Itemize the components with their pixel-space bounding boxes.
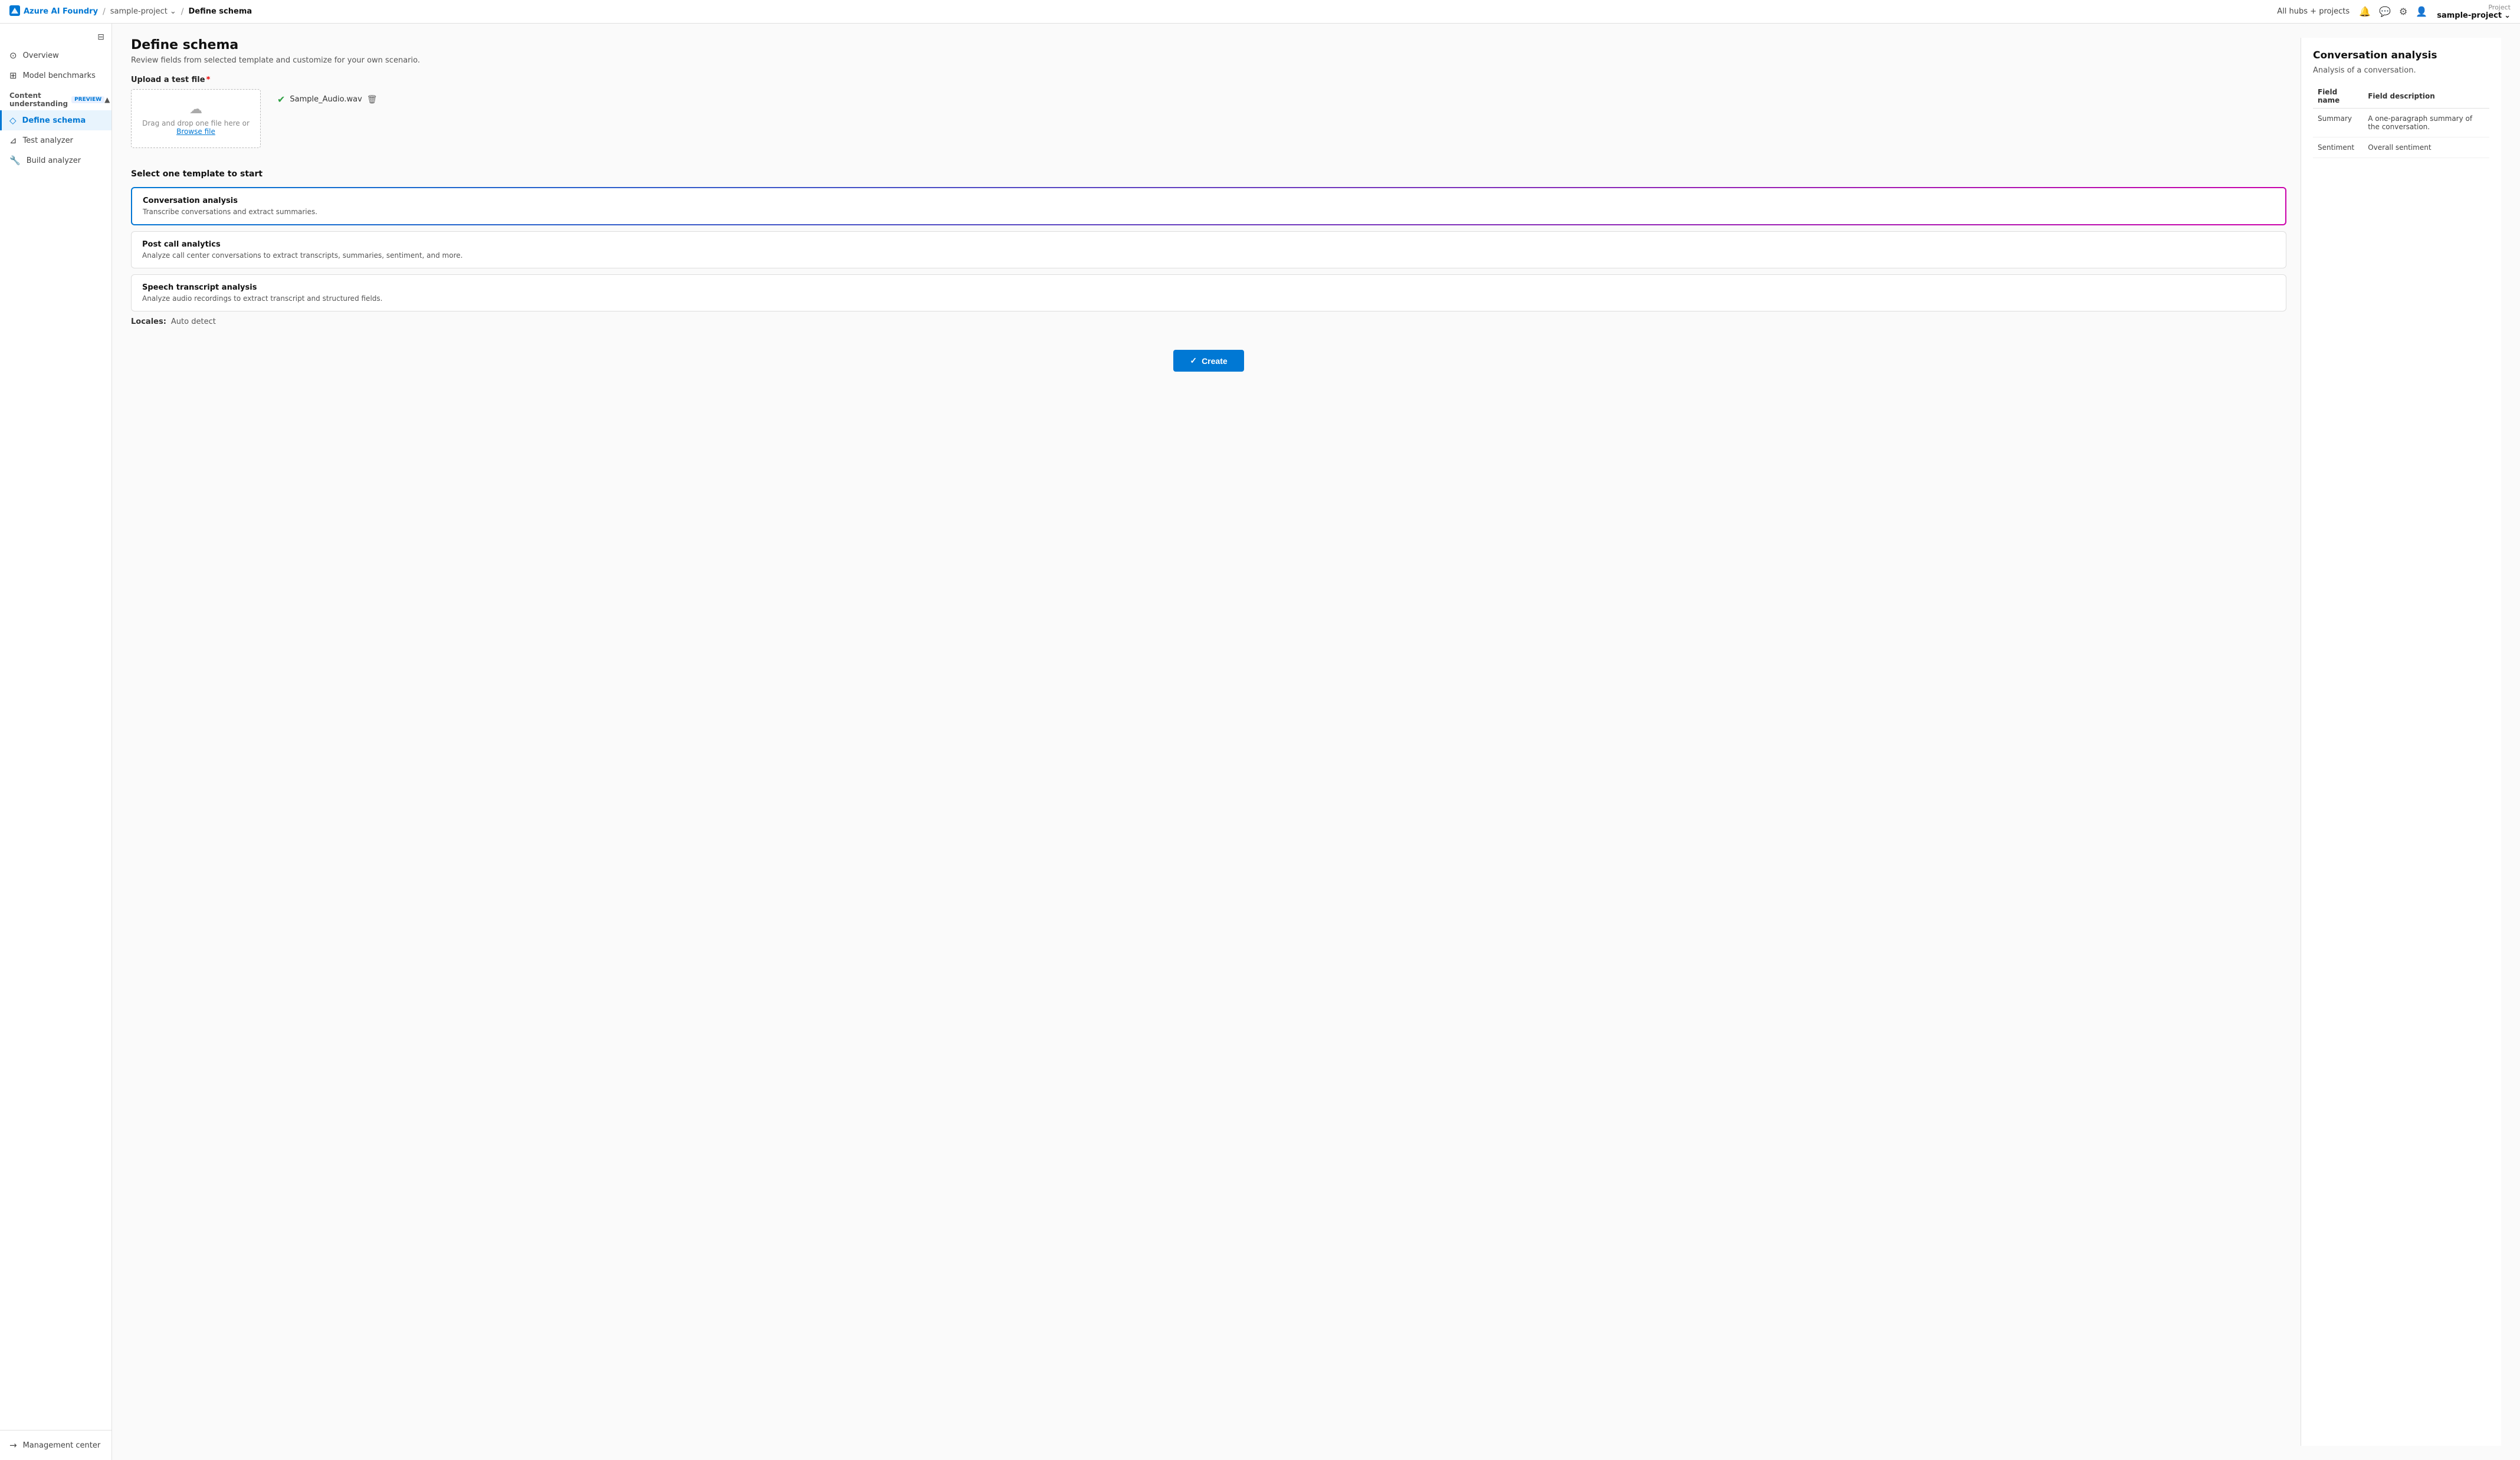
- page-subtitle: Review fields from selected template and…: [131, 56, 2286, 65]
- project-name-text: sample-project: [2437, 11, 2502, 20]
- file-delete-button[interactable]: 🗑: [367, 94, 378, 104]
- uploaded-file-item: ✔ Sample_Audio.wav 🗑: [270, 89, 385, 110]
- build-analyzer-icon: 🔧: [9, 155, 21, 166]
- breadcrumb-sep-1: /: [103, 7, 106, 17]
- template-card-name-2: Speech transcript analysis: [142, 283, 2275, 292]
- template-card-desc-1: Analyze call center conversations to ext…: [142, 251, 2275, 260]
- upload-section-label: Upload a test file*: [131, 76, 2286, 84]
- template-card-name-0: Conversation analysis: [143, 196, 2275, 205]
- sidebar-build-analyzer-label: Build analyzer: [27, 156, 81, 165]
- sidebar-section-label: Content understanding: [9, 91, 68, 108]
- top-nav-left: Azure AI Foundry / sample-project ⌄ / De…: [9, 5, 252, 18]
- template-card-post-call-analytics[interactable]: Post call analytics Analyze call center …: [131, 231, 2286, 268]
- sidebar-test-analyzer-label: Test analyzer: [23, 136, 73, 145]
- brand[interactable]: Azure AI Foundry: [9, 5, 98, 18]
- create-btn-icon: ✓: [1190, 356, 1197, 366]
- fields-table: Field name Field description SummaryA on…: [2313, 84, 2489, 158]
- sidebar-item-build-analyzer[interactable]: 🔧 Build analyzer: [0, 150, 111, 170]
- project-name[interactable]: sample-project ⌄: [2437, 11, 2511, 20]
- template-card-name-1: Post call analytics: [142, 240, 2275, 249]
- bell-icon[interactable]: 🔔: [2359, 6, 2371, 17]
- benchmarks-icon: ⊞: [9, 70, 17, 81]
- template-card-desc-0: Transcribe conversations and extract sum…: [143, 208, 2275, 216]
- sidebar-benchmarks-label: Model benchmarks: [23, 71, 96, 80]
- template-card-desc-2: Analyze audio recordings to extract tran…: [142, 294, 2275, 303]
- upload-row: ☁ Drag and drop one file here or Browse …: [131, 89, 2286, 159]
- create-button-wrap: ✓ Create: [131, 350, 2286, 372]
- browse-file-link[interactable]: Browse file: [176, 127, 215, 136]
- table-row: SummaryA one-paragraph summary of the co…: [2313, 109, 2489, 137]
- sidebar-item-test-analyzer[interactable]: ⊿ Test analyzer: [0, 130, 111, 150]
- all-hubs-link[interactable]: All hubs + projects: [2277, 7, 2350, 16]
- file-check-icon: ✔: [277, 94, 285, 105]
- user-icon[interactable]: 👤: [2416, 6, 2427, 17]
- file-dropzone[interactable]: ☁ Drag and drop one file here or Browse …: [131, 89, 261, 148]
- sidebar-section-header[interactable]: Content understanding PREVIEW ▲: [9, 91, 102, 108]
- template-card-speech-transcript[interactable]: Speech transcript analysis Analyze audio…: [131, 274, 2286, 311]
- sidebar-management-center-label: Management center: [23, 1441, 101, 1450]
- sidebar-toggle-button[interactable]: ⊟: [97, 32, 104, 42]
- sidebar-section-content-understanding: Content understanding PREVIEW ▲: [0, 86, 111, 110]
- field-desc-cell: A one-paragraph summary of the conversat…: [2363, 109, 2489, 137]
- nav-icons: 🔔 💬 ⚙ 👤: [2359, 6, 2427, 17]
- locales-value: Auto detect: [171, 317, 216, 326]
- breadcrumb-sep-2: /: [181, 7, 184, 17]
- breadcrumb-dropdown-icon: ⌄: [170, 7, 176, 16]
- field-name-cell: Sentiment: [2313, 137, 2363, 158]
- locales-label: Locales:: [131, 317, 166, 326]
- sidebar-item-define-schema[interactable]: ◇ Define schema: [0, 110, 111, 130]
- brand-icon: [9, 5, 20, 18]
- breadcrumb-project[interactable]: sample-project ⌄: [110, 7, 176, 16]
- main-content: Define schema Review fields from selecte…: [112, 24, 2520, 1460]
- table-row: SentimentOverall sentiment: [2313, 137, 2489, 158]
- template-section-title: Select one template to start: [131, 169, 2286, 179]
- field-name-cell: Summary: [2313, 109, 2363, 137]
- dropzone-text: Drag and drop one file here or: [142, 119, 250, 127]
- right-panel-title: Conversation analysis: [2313, 50, 2489, 61]
- sidebar-section-badge: PREVIEW: [71, 96, 104, 103]
- chat-icon[interactable]: 💬: [2379, 6, 2391, 17]
- template-card-conversation-analysis[interactable]: Conversation analysis Transcribe convers…: [131, 187, 2286, 225]
- top-nav-right: All hubs + projects 🔔 💬 ⚙ 👤 Project samp…: [2277, 4, 2511, 20]
- field-desc-cell: Overall sentiment: [2363, 137, 2489, 158]
- main-panel: Define schema Review fields from selecte…: [131, 38, 2286, 1446]
- app-body: ⊟ ⊙ Overview ⊞ Model benchmarks Content …: [0, 24, 2520, 1460]
- management-center-icon: →: [9, 1440, 17, 1451]
- right-panel: Conversation analysis Analysis of a conv…: [2301, 38, 2501, 1446]
- project-info: Project sample-project ⌄: [2437, 4, 2511, 20]
- sidebar-section-collapse-icon: ▲: [104, 96, 110, 104]
- uploaded-file-name: Sample_Audio.wav: [290, 95, 362, 104]
- sidebar-item-overview[interactable]: ⊙ Overview: [0, 45, 111, 65]
- locales-row: Locales: Auto detect: [131, 317, 2286, 326]
- upload-label-text: Upload a test file: [131, 76, 205, 84]
- field-name-col-header: Field name: [2313, 84, 2363, 109]
- sidebar-toggle-area: ⊟: [0, 28, 111, 45]
- breadcrumb-current: Define schema: [188, 7, 252, 16]
- field-desc-col-header: Field description: [2363, 84, 2489, 109]
- sidebar-item-model-benchmarks[interactable]: ⊞ Model benchmarks: [0, 65, 111, 86]
- sidebar-overview-label: Overview: [23, 51, 59, 60]
- brand-name: Azure AI Foundry: [24, 7, 98, 16]
- page-title: Define schema: [131, 38, 2286, 53]
- test-analyzer-icon: ⊿: [9, 135, 17, 146]
- sidebar-bottom: → Management center: [0, 1430, 111, 1460]
- project-dropdown-icon: ⌄: [2504, 11, 2511, 20]
- overview-icon: ⊙: [9, 50, 17, 61]
- settings-icon[interactable]: ⚙: [2399, 6, 2407, 17]
- define-schema-icon: ◇: [9, 115, 17, 126]
- sidebar-define-schema-label: Define schema: [22, 116, 86, 125]
- upload-required: *: [206, 76, 211, 84]
- right-panel-subtitle: Analysis of a conversation.: [2313, 66, 2489, 75]
- sidebar: ⊟ ⊙ Overview ⊞ Model benchmarks Content …: [0, 24, 112, 1460]
- sidebar-item-management-center[interactable]: → Management center: [0, 1435, 111, 1455]
- create-button[interactable]: ✓ Create: [1173, 350, 1243, 372]
- breadcrumb-project-label: sample-project: [110, 7, 168, 16]
- project-label: Project: [2488, 4, 2511, 11]
- create-btn-label: Create: [1202, 356, 1228, 366]
- top-nav: Azure AI Foundry / sample-project ⌄ / De…: [0, 0, 2520, 24]
- upload-cloud-icon: ☁: [189, 102, 202, 117]
